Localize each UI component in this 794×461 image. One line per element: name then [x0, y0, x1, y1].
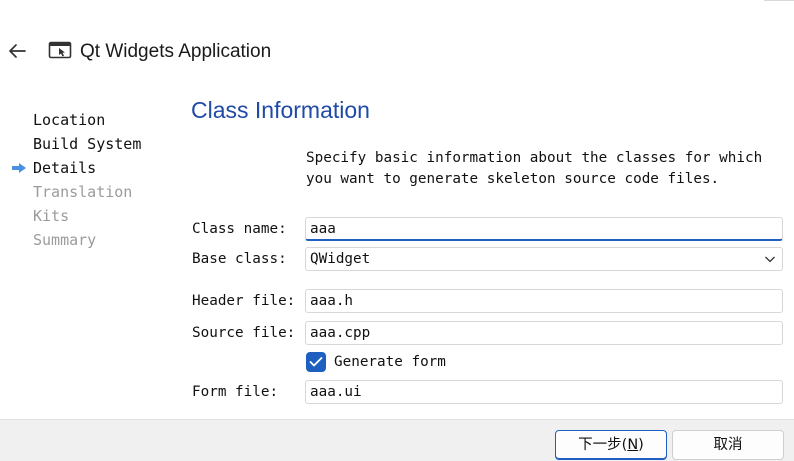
page-title: Class Information: [191, 97, 370, 123]
cancel-button[interactable]: 取消: [672, 430, 784, 460]
sidebar-item-details: Details: [11, 156, 181, 180]
base-class-label: Base class:: [192, 251, 287, 267]
wizard-steps-sidebar: Location Build System Details Translatio…: [11, 108, 181, 252]
sidebar-item-summary: Summary: [33, 231, 97, 249]
wizard-header: Qt Widgets Application: [0, 0, 794, 100]
sidebar-item-kits: Kits: [33, 207, 70, 225]
next-button[interactable]: 下一步(N): [555, 430, 667, 460]
sidebar-item-build-system: Build System: [33, 135, 142, 153]
wizard-footer: 下一步(N) 取消: [0, 419, 794, 461]
header-file-input[interactable]: [305, 289, 783, 313]
sidebar-item-label: Details: [33, 159, 97, 177]
source-file-input[interactable]: [305, 321, 783, 345]
chevron-down-icon: [765, 256, 775, 263]
sidebar-item-translation: Translation: [33, 183, 133, 201]
cancel-button-label: 取消: [713, 437, 743, 453]
base-class-select[interactable]: QWidget: [305, 247, 783, 271]
page-description: Specify basic information about the clas…: [306, 150, 763, 187]
source-file-label: Source file:: [192, 325, 296, 341]
form-file-input[interactable]: [305, 380, 783, 404]
app-window-icon: [48, 41, 72, 59]
window-edge-line: [764, 0, 794, 1]
checkmark-icon: [309, 357, 323, 367]
next-button-label: 下一步(N): [578, 437, 644, 453]
class-name-input[interactable]: [305, 217, 783, 241]
sidebar-item-location: Location: [33, 111, 106, 129]
window-title: Qt Widgets Application: [80, 41, 272, 62]
back-arrow-icon: [9, 44, 26, 58]
generate-form-checkbox-row[interactable]: Generate form: [306, 351, 446, 373]
current-step-arrow-icon: [12, 163, 26, 173]
form-file-label: Form file:: [192, 384, 279, 400]
mnemonic-letter: N: [627, 437, 639, 453]
base-class-value: QWidget: [310, 251, 371, 267]
generate-form-label: Generate form: [334, 354, 446, 370]
generate-form-checkbox[interactable]: [306, 352, 326, 372]
back-button[interactable]: [4, 38, 30, 64]
header-file-label: Header file:: [192, 293, 296, 309]
class-name-label: Class name:: [192, 221, 287, 237]
